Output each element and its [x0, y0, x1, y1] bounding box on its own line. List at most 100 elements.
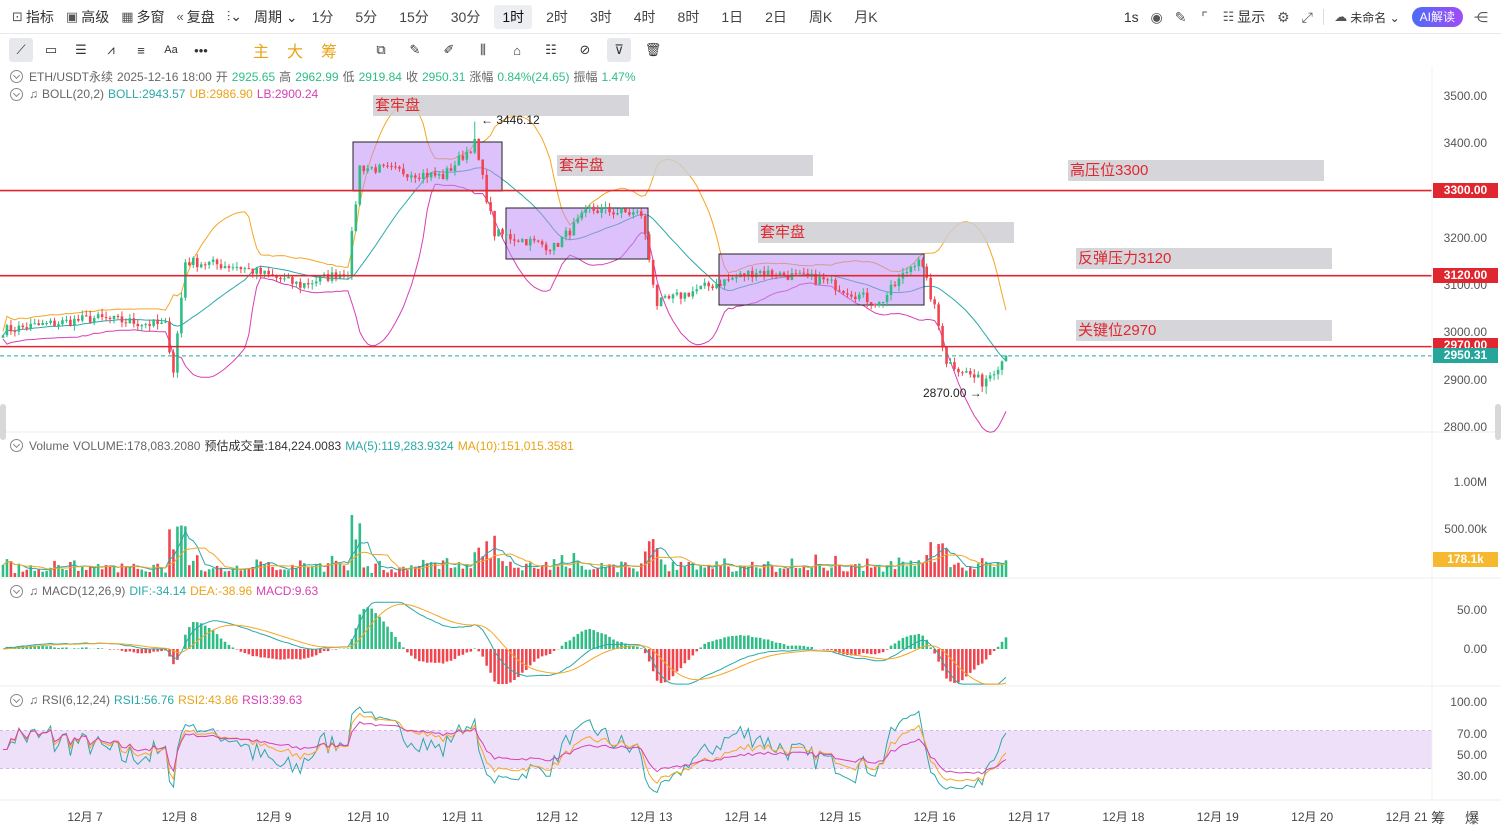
ai-interpret-button[interactable]: AI解读: [1411, 7, 1463, 27]
line-tool-icon[interactable]: ⟋: [9, 38, 33, 62]
candle-body: [9, 325, 13, 332]
timeframe-tab[interactable]: 1分: [304, 5, 342, 29]
overlay-tool-1[interactable]: 大: [280, 38, 310, 62]
annotation-resistance-3120[interactable]: 反弹压力3120: [1076, 248, 1332, 269]
topbar-advanced-button[interactable]: ▣ 高级: [60, 5, 115, 29]
timeframe-tab[interactable]: 4时: [626, 5, 664, 29]
candle-body: [885, 295, 889, 302]
annotation-trapped-2[interactable]: 套牢盘: [557, 155, 813, 176]
filter-icon[interactable]: ⊽: [607, 38, 631, 62]
bell-icon[interactable]: ♫: [29, 693, 38, 707]
topbar-multi-window-button[interactable]: ▦ 多窗: [115, 5, 170, 29]
macd-histogram-bar: [893, 643, 897, 649]
settings-icon[interactable]: ⚙: [1271, 5, 1295, 29]
timeframe-tab[interactable]: 1日: [713, 5, 751, 29]
clip-icon[interactable]: ⌂: [505, 38, 529, 62]
volume-bar: [398, 567, 401, 577]
overlay-tool-2[interactable]: 筹: [314, 38, 344, 62]
candle-body: [374, 167, 377, 173]
account-dropdown[interactable]: ☁ 未命名 ⌄: [1328, 5, 1405, 29]
left-collapse-handle[interactable]: [0, 404, 6, 440]
visibility-toggle-icon[interactable]: [10, 439, 23, 452]
macd-histogram-bar: [271, 649, 274, 659]
overlay-tool-0[interactable]: 主: [246, 38, 276, 62]
fib-tool-icon[interactable]: ≡: [129, 38, 153, 62]
visibility-toggle-icon[interactable]: [10, 87, 23, 101]
refresh-interval[interactable]: 1s: [1118, 5, 1145, 29]
candle-body: [552, 242, 556, 251]
copy-icon[interactable]: ⧉: [369, 38, 393, 62]
annotation-trapped-3[interactable]: 套牢盘: [758, 222, 1014, 243]
visibility-toggle-icon[interactable]: [10, 693, 23, 707]
share-icon[interactable]: ⋲: [1469, 5, 1493, 29]
timeframe-tab[interactable]: 月K: [846, 5, 885, 29]
timeframe-tab[interactable]: 2日: [757, 5, 795, 29]
price-tick-label: 3200.00: [1443, 231, 1487, 245]
timeframe-tab[interactable]: 周K: [801, 5, 840, 29]
candle-body: [239, 267, 243, 270]
brush-icon[interactable]: ✐: [437, 38, 461, 62]
timeframe-tab[interactable]: 15分: [391, 5, 437, 29]
text-tool-icon[interactable]: Aa: [159, 38, 183, 62]
macd-histogram-bar: [461, 649, 465, 655]
pen-icon[interactable]: ✎: [403, 38, 427, 62]
candle-body: [695, 289, 699, 292]
volume-bar: [711, 568, 714, 577]
candle-body: [1000, 361, 1004, 370]
timeframe-tab[interactable]: 5分: [347, 5, 385, 29]
chart-icon[interactable]: ⫼: [471, 38, 495, 62]
trash-icon[interactable]: 🗑: [641, 38, 665, 62]
note-icon[interactable]: ☷: [539, 38, 563, 62]
volume-bar: [576, 561, 580, 577]
macd-histogram-bar: [675, 649, 679, 672]
date-tick-label: 12月 15: [819, 810, 862, 824]
candle-body: [592, 206, 595, 211]
lines-tool-icon[interactable]: ☰: [69, 38, 93, 62]
volume-bar: [77, 570, 80, 577]
fullscreen-exit-icon[interactable]: ⌜: [1193, 5, 1217, 29]
candle-body: [421, 172, 425, 179]
candle-body: [485, 174, 488, 203]
macd-histogram-bar: [663, 649, 667, 683]
right-collapse-handle[interactable]: [1495, 404, 1501, 440]
timeframe-tab[interactable]: 8时: [670, 5, 708, 29]
topbar-replay-button[interactable]: «复盘: [171, 5, 221, 29]
display-button[interactable]: ☷ 显示: [1217, 5, 1272, 29]
timeframe-tab[interactable]: 30分: [443, 5, 489, 29]
timeframe-tab[interactable]: 2时: [538, 5, 576, 29]
volume-bar: [338, 562, 342, 577]
bell-icon[interactable]: ♫: [29, 87, 38, 101]
annotation-key-2970[interactable]: 关键位2970: [1076, 320, 1332, 341]
visibility-toggle-icon[interactable]: [10, 70, 23, 83]
bottom-right-tools[interactable]: 筹 爆: [1431, 808, 1487, 828]
candle-body: [223, 266, 227, 269]
macd-histogram-bar: [449, 649, 453, 661]
macd-histogram-bar: [965, 649, 968, 677]
bell-icon[interactable]: ♫: [29, 584, 38, 598]
timeframe-tab[interactable]: 1时: [494, 4, 533, 29]
wave-tool-icon[interactable]: ⩘: [99, 38, 123, 62]
volume-bar: [525, 563, 528, 577]
fullscreen-icon[interactable]: ⤢: [1295, 5, 1319, 29]
volume-bar: [382, 569, 385, 577]
boll-upper-value: UB:2986.90: [189, 87, 253, 101]
more-tool-icon[interactable]: •••: [189, 38, 213, 62]
volume-bar: [754, 567, 758, 577]
candle-body: [390, 166, 393, 168]
topbar-chart-line-button[interactable]: ⊡ 指标: [6, 5, 60, 29]
visibility-toggle-icon[interactable]: [10, 584, 23, 598]
candle-body: [318, 276, 322, 282]
period-dropdown[interactable]: 周期 ⌄: [248, 5, 304, 29]
date-tick-label: 12月 14: [724, 810, 767, 824]
annotation-resistance-3300[interactable]: 高压位3300: [1068, 160, 1324, 181]
macd-histogram-bar: [497, 649, 500, 685]
volume-bar: [61, 568, 64, 577]
rect-tool-icon[interactable]: ▭: [39, 38, 63, 62]
volume-bar: [279, 569, 282, 577]
chart-type-dropdown[interactable]: ⫶⌄: [221, 5, 248, 29]
magnet-icon[interactable]: ⊘: [573, 38, 597, 62]
timeframe-tab[interactable]: 3时: [582, 5, 620, 29]
edit-icon[interactable]: ✎: [1169, 5, 1193, 29]
candle-body: [984, 378, 988, 387]
camera-icon[interactable]: ◉: [1145, 5, 1169, 29]
